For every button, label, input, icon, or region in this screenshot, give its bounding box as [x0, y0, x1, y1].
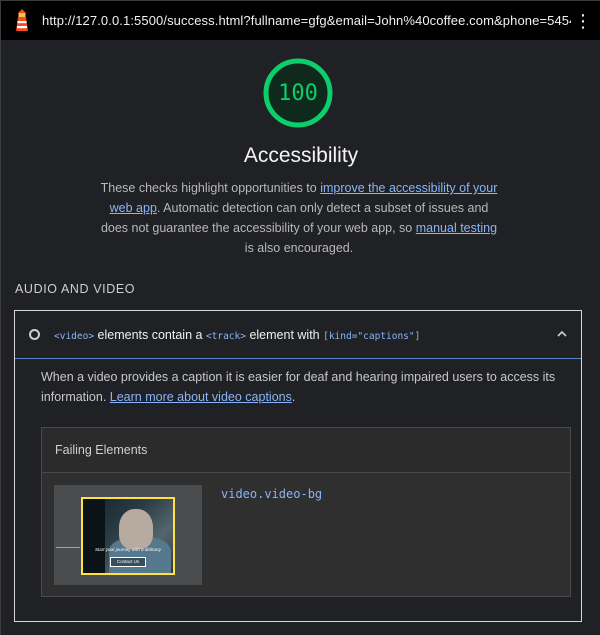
thumb-divider [56, 547, 80, 548]
lighthouse-icon [16, 8, 28, 31]
desc-text-3: is also encouraged. [244, 241, 354, 255]
audit-title-text-1: elements contain a [94, 327, 206, 342]
desc-text-1: These checks highlight opportunities to [100, 181, 321, 195]
code-kind-captions: [kind="captions"] [323, 330, 421, 342]
code-track: <track> [205, 330, 246, 342]
failing-elements-table: Failing Elements Start your journey with… [41, 427, 571, 597]
category-description: These checks highlight opportunities to … [97, 178, 501, 258]
manual-testing-link[interactable]: manual testing [416, 221, 497, 235]
element-screenshot: Start your journey with a delicacy Conta… [54, 485, 202, 585]
learn-more-link[interactable]: Learn more about video captions [110, 390, 292, 404]
audit-title: <video> elements contain a <track> eleme… [54, 328, 420, 342]
element-selector[interactable]: video.video-bg [221, 487, 322, 501]
video-caption-text: Start your journey with a delicacy [94, 547, 162, 552]
video-shadow [83, 499, 105, 573]
more-options-icon[interactable]: ⋮ [571, 12, 595, 30]
audit-description: When a video provides a caption it is ea… [41, 367, 561, 407]
video-person-head [119, 509, 153, 549]
score-value: 100 [278, 80, 318, 106]
score-gauge: 100 [262, 57, 334, 129]
category-title: Accessibility [243, 144, 359, 167]
video-contact-button: Contact Us [110, 557, 146, 567]
audit-title-text-2: element with [245, 327, 324, 342]
audit-video-caption: <video> elements contain a <track> eleme… [14, 310, 582, 622]
group-title: AUDIO AND VIDEO [15, 282, 136, 296]
code-video: <video> [54, 330, 95, 342]
report-topbar: http://127.0.0.1:5500/success.html?fulln… [1, 1, 600, 40]
chevron-up-icon[interactable] [555, 327, 569, 341]
report-url: http://127.0.0.1:5500/success.html?fulln… [42, 13, 571, 28]
audit-header[interactable]: <video> elements contain a <track> eleme… [15, 311, 581, 359]
failing-element-row[interactable]: Start your journey with a delicacy Conta… [42, 473, 570, 596]
audit-body-end: . [291, 390, 296, 404]
element-highlight-box: Start your journey with a delicacy Conta… [81, 497, 175, 575]
status-circle-icon [29, 329, 40, 340]
devtools-panel: http://127.0.0.1:5500/success.html?fulln… [0, 0, 600, 635]
report-content: 100 Accessibility These checks highlight… [1, 40, 600, 635]
failing-elements-header: Failing Elements [42, 428, 570, 473]
